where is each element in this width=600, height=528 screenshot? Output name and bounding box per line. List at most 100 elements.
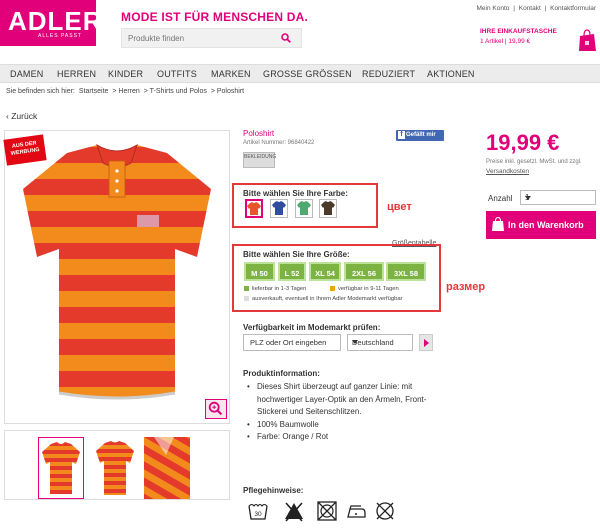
add-to-cart-label: In den Warenkorb	[508, 220, 584, 230]
swatch-orange-red-shirt	[247, 202, 261, 215]
link-kontaktformular[interactable]: Kontaktformular	[550, 5, 596, 12]
legend-lieferbar-text: lieferbar in 1-3 Tagen	[252, 286, 307, 293]
legend-gray-dot	[244, 296, 249, 301]
size-button-m50[interactable]: M 50	[244, 262, 275, 281]
color-label: Bitte wählen Sie Ihre Farbe:	[243, 189, 348, 198]
breadcrumb: Sie befinden sich hier: Startseite > Her…	[6, 88, 246, 95]
legend-verfuegbar-text: verfügbar in 9-11 Tagen	[338, 286, 399, 293]
cart-title[interactable]: IHRE EINKAUFSTASCHE	[480, 28, 557, 35]
breadcrumb-poloshirt: > Poloshirt	[210, 88, 245, 95]
swatch-green-shirt	[297, 201, 311, 215]
plz-input[interactable]	[250, 338, 336, 347]
facebook-like-button[interactable]: f Gefällt mir	[396, 130, 444, 141]
size-label: Bitte wählen Sie Ihre Größe:	[243, 250, 350, 259]
legend-verfuegbar: verfügbar in 9-11 Tagen	[330, 286, 399, 292]
breadcrumb-startseite[interactable]: Startseite	[79, 88, 109, 95]
link-mein-konto[interactable]: Mein Konto	[477, 5, 510, 12]
nav-item-grosse-groessen[interactable]: GROSSE GRÖSSEN	[263, 69, 352, 79]
availability-label: Verfügbarkeit im Modemarkt prüfen:	[243, 323, 381, 332]
info-bullet-material: 100% Baumwolle	[247, 419, 447, 432]
product-info-title: Produktinformation:	[243, 369, 320, 378]
nav-item-reduziert[interactable]: REDUZIERT	[362, 69, 415, 79]
breadcrumb-herren[interactable]: > Herren	[112, 88, 139, 95]
legend-ausverkauft-text: ausverkauft, eventuell in Ihrem Adler Mo…	[252, 296, 403, 303]
info-bullet-description: Dieses Shirt überzeugt auf ganzer Linie:…	[247, 381, 447, 419]
link-kontakt[interactable]: Kontakt	[519, 5, 541, 12]
color-swatch-orange-red[interactable]	[245, 199, 263, 218]
color-annotation: цвет	[387, 201, 412, 213]
breadcrumb-tshirts[interactable]: > T-Shirts und Polos	[144, 88, 207, 95]
facebook-icon: f	[398, 131, 405, 139]
swatch-blue-shirt	[272, 201, 286, 215]
advertising-badge: AUS DER WERBUNG	[3, 134, 47, 166]
back-label: Zurück	[11, 111, 38, 121]
zoom-icon[interactable]	[205, 399, 227, 419]
chevron-down-icon	[352, 340, 358, 344]
size-button-3xl58[interactable]: 3XL 58	[386, 262, 426, 281]
shopping-bag-icon	[492, 217, 504, 231]
legend-orange-dot	[330, 286, 335, 291]
vat-note: Preise inkl. gesetzl. MwSt. und zzgl.	[486, 159, 582, 165]
size-button-l52[interactable]: L 52	[278, 262, 306, 281]
thumbnail-back-image	[96, 441, 134, 495]
product-info-list: Dieses Shirt überzeugt auf ganzer Linie:…	[247, 381, 447, 444]
cart-summary[interactable]: 1 Artikel | 19,99 €	[480, 38, 530, 45]
product-main-image[interactable]	[4, 130, 230, 424]
thumbnail-back[interactable]	[92, 437, 138, 499]
wash-30-icon: 30	[248, 503, 268, 520]
nav-item-kinder[interactable]: KINDER	[108, 69, 143, 79]
info-bullet-color: Farbe: Orange / Rot	[247, 431, 447, 444]
size-annotation: размер	[446, 281, 486, 293]
nav-item-aktionen[interactable]: AKTIONEN	[427, 69, 475, 79]
logo-subtitle: ALLES PASST	[38, 33, 82, 39]
breadcrumb-prefix: Sie befinden sich hier:	[6, 88, 75, 95]
quantity-select[interactable]: 1	[520, 190, 596, 205]
country-select[interactable]: Deutschland	[347, 334, 413, 351]
swatch-brown-shirt	[321, 201, 335, 215]
size-button-2xl56[interactable]: 2XL 56	[344, 262, 384, 281]
nav-item-damen[interactable]: DAMEN	[10, 69, 44, 79]
color-swatch-green[interactable]	[295, 199, 313, 218]
legend-ausverkauft: ausverkauft, eventuell in Ihrem Adler Mo…	[244, 296, 402, 302]
legend-lieferbar: lieferbar in 1-3 Tagen	[244, 286, 306, 292]
color-swatch-blue[interactable]	[270, 199, 288, 218]
no-tumble-dry-icon	[317, 501, 337, 521]
nav-item-marken[interactable]: MARKEN	[211, 69, 251, 79]
search-input[interactable]	[128, 34, 268, 43]
quantity-label: Anzahl	[488, 194, 513, 203]
article-number: Artikel Nummer: 96840422	[243, 140, 315, 146]
brand-logo: BEKLEIDUNG	[243, 152, 277, 168]
top-links: Mein Konto | Kontakt | Kontaktformular	[475, 5, 596, 12]
no-bleach-icon	[285, 502, 303, 522]
color-swatch-brown[interactable]	[319, 199, 337, 218]
chevron-left-icon: ‹	[6, 111, 9, 121]
country-value: Deutschland	[352, 338, 394, 347]
search-box[interactable]	[121, 28, 302, 48]
shopping-bag-icon[interactable]	[577, 28, 597, 52]
legend-green-dot	[244, 286, 249, 291]
wash-temp: 30	[254, 511, 262, 518]
thumbnail-front[interactable]	[38, 437, 84, 499]
size-button-xl54[interactable]: XL 54	[309, 262, 341, 281]
product-price: 19,99 €	[486, 130, 560, 155]
search-icon[interactable]	[281, 33, 291, 43]
plz-field[interactable]	[243, 334, 341, 351]
care-title: Pflegehinweise:	[243, 486, 304, 495]
separator: |	[513, 5, 515, 12]
back-link[interactable]: ‹ Zurück	[6, 111, 37, 121]
adler-logo[interactable]: ADLER ALLES PASST	[0, 0, 102, 46]
nav-item-herren[interactable]: HERREN	[57, 69, 96, 79]
shipping-link[interactable]: Versandkosten	[486, 168, 529, 175]
polo-shirt-image	[23, 143, 211, 400]
brand-logo-text: BEKLEIDUNG	[244, 154, 277, 160]
check-availability-button[interactable]	[419, 334, 433, 351]
separator: |	[544, 5, 547, 12]
no-dry-clean-icon	[376, 502, 394, 520]
thumbnail-front-image	[42, 442, 80, 494]
product-name: Poloshirt	[243, 129, 275, 138]
thumbnail-detail-image	[144, 437, 190, 499]
nav-item-outfits[interactable]: OUTFITS	[157, 69, 197, 79]
iron-icon	[347, 505, 366, 518]
add-to-cart-button[interactable]: In den Warenkorb	[486, 211, 596, 239]
thumbnail-detail[interactable]	[144, 437, 190, 499]
